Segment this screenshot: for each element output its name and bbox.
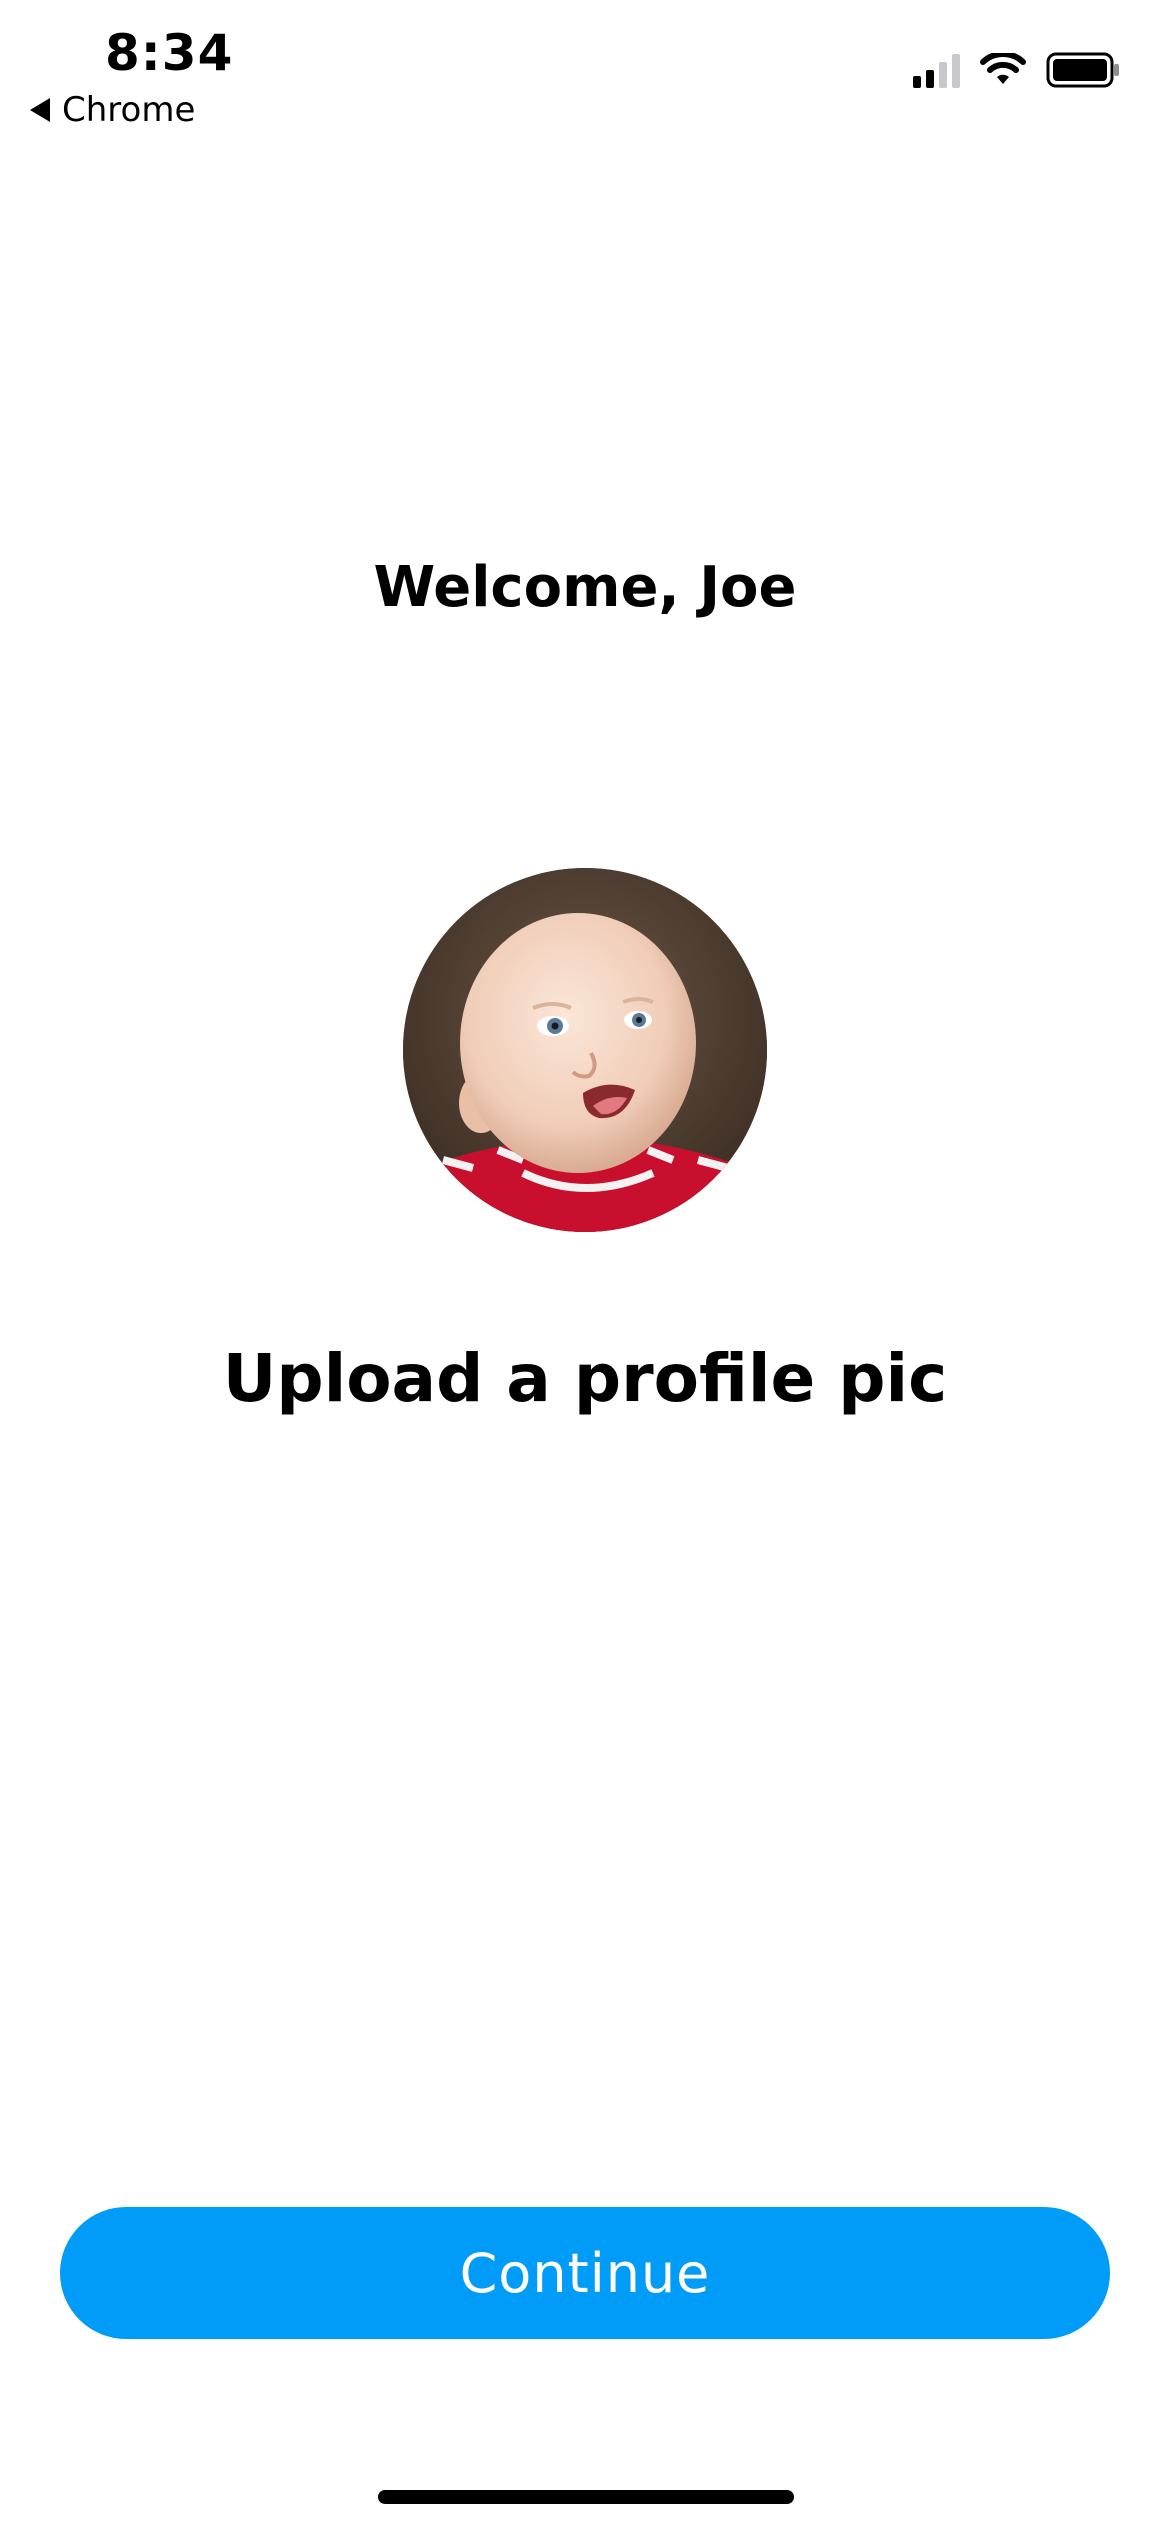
home-indicator[interactable] xyxy=(378,2490,794,2504)
welcome-heading: Welcome, Joe xyxy=(373,555,797,620)
back-triangle-icon xyxy=(30,98,50,122)
upload-profile-pic-title: Upload a profile pic xyxy=(222,1340,948,1417)
back-app-label: Chrome xyxy=(62,90,196,130)
profile-photo xyxy=(403,868,767,1232)
battery-icon xyxy=(1046,52,1120,88)
status-time: 8:34 xyxy=(105,24,234,82)
back-to-app-link[interactable]: Chrome xyxy=(30,90,195,130)
status-icons xyxy=(913,52,1120,88)
cellular-signal-icon xyxy=(913,52,960,88)
profile-avatar-button[interactable] xyxy=(403,868,767,1232)
onboarding-screen: 8:34 Chrome Welcome, Joe Upload a profil… xyxy=(0,0,1170,2532)
wifi-icon xyxy=(980,53,1026,87)
continue-button[interactable]: Continue xyxy=(60,2207,1110,2339)
